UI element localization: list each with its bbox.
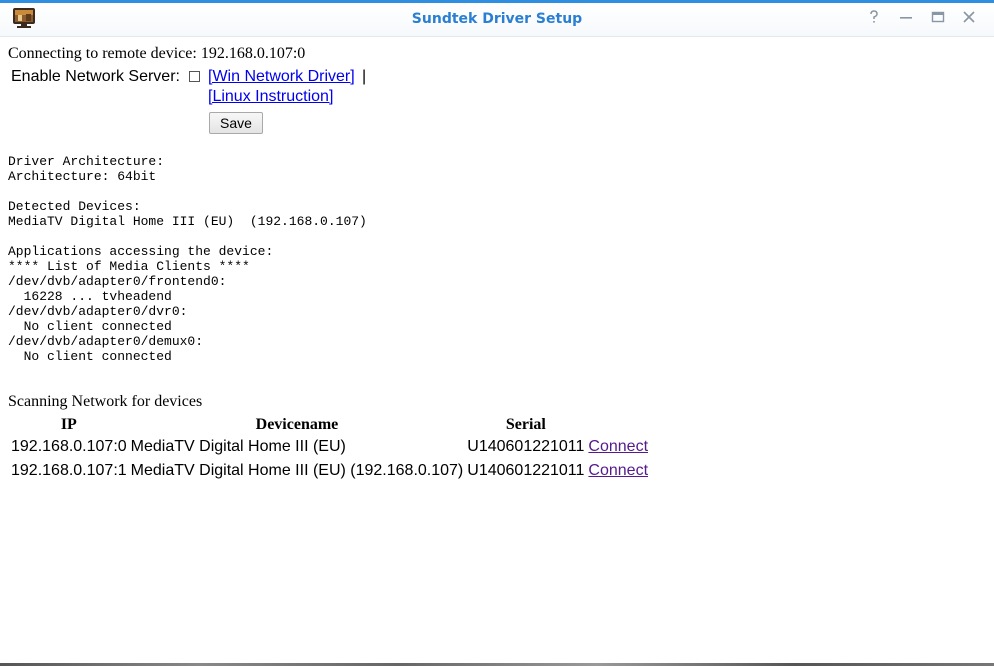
device-table: IP Devicename Serial 192.168.0.107:0 Med… — [9, 414, 650, 483]
help-icon — [868, 9, 880, 29]
table-header-row: IP Devicename Serial — [9, 414, 650, 435]
connect-link[interactable]: Connect — [588, 438, 648, 455]
device-serial: U140601221011 — [467, 462, 585, 479]
maximize-button[interactable] — [928, 9, 948, 29]
network-server-label: Enable Network Server: — [11, 68, 180, 85]
column-header-serial: Serial — [505, 415, 546, 433]
device-name: MediaTV Digital Home III (EU) — [130, 438, 346, 455]
maximize-icon — [931, 10, 945, 29]
device-ip: 192.168.0.107:1 — [11, 462, 127, 479]
device-name: MediaTV Digital Home III (EU) (192.168.0… — [130, 462, 464, 479]
win-network-driver-link[interactable]: [Win Network Driver] — [208, 68, 355, 86]
column-header-devicename: Devicename — [255, 415, 339, 433]
table-row: 192.168.0.107:1 MediaTV Digital Home III… — [9, 459, 650, 483]
linux-instruction-link[interactable]: [Linux Instruction] — [208, 88, 333, 106]
connection-status: Connecting to remote device: 192.168.0.1… — [8, 45, 306, 62]
window-title: Sundtek Driver Setup — [411, 11, 583, 27]
save-button[interactable]: Save — [209, 112, 263, 134]
scan-heading: Scanning Network for devices — [8, 393, 203, 410]
device-serial: U140601221011 — [467, 438, 585, 455]
connect-cell: Connect — [586, 435, 650, 459]
close-icon — [962, 10, 976, 29]
minimize-icon — [899, 10, 913, 29]
close-button[interactable] — [959, 9, 979, 29]
title-bar[interactable]: Sundtek Driver Setup — [0, 3, 994, 37]
column-header-ip: IP — [60, 415, 77, 433]
network-server-checkbox[interactable] — [189, 71, 200, 82]
driver-info-text: Driver Architecture: Architecture: 64bit… — [8, 154, 367, 364]
help-button[interactable] — [864, 9, 884, 29]
app-window: Sundtek Driver Setup Connecting to remot… — [0, 0, 994, 666]
column-header-action — [586, 414, 650, 435]
minimize-button[interactable] — [896, 9, 916, 29]
link-separator: | — [362, 68, 367, 85]
table-row: 192.168.0.107:0 MediaTV Digital Home III… — [9, 435, 650, 459]
device-ip: 192.168.0.107:0 — [11, 438, 127, 455]
connect-cell: Connect — [586, 459, 650, 483]
connect-link[interactable]: Connect — [588, 462, 648, 479]
